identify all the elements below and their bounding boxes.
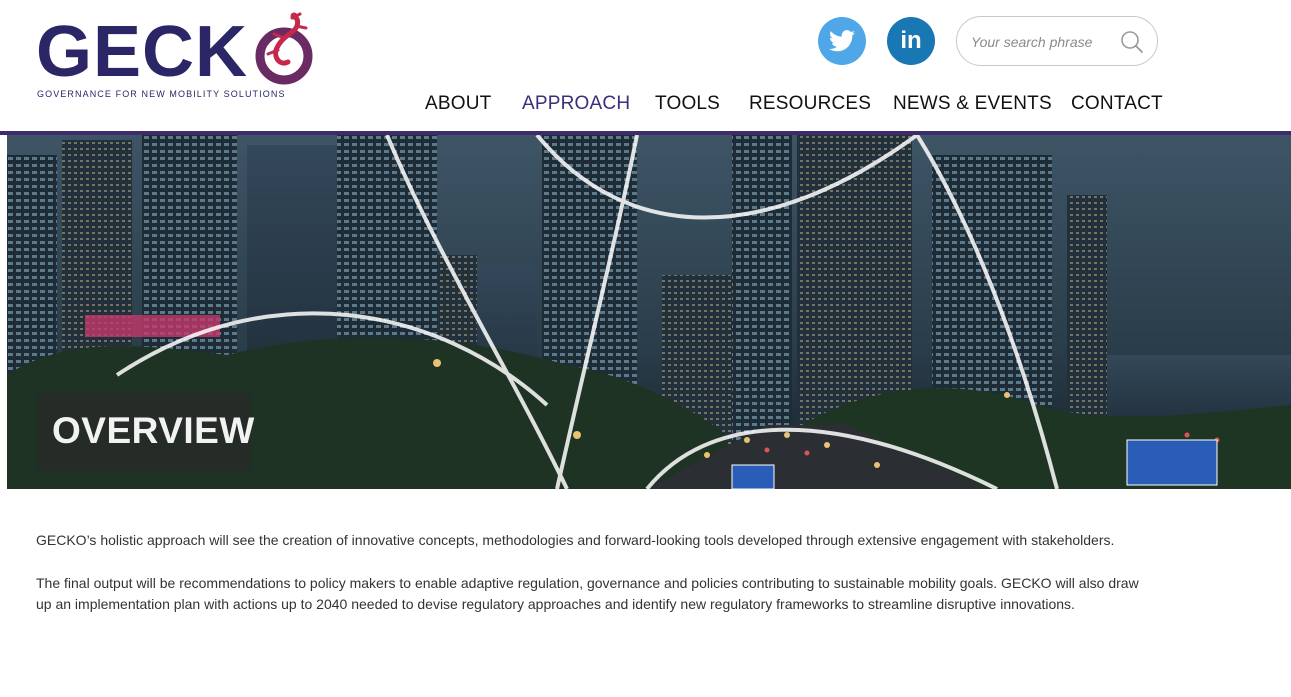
- nav-approach[interactable]: APPROACH: [522, 93, 630, 115]
- twitter-bird-icon: [829, 30, 855, 52]
- logo-wordmark: GECK: [36, 12, 249, 92]
- site-header: GECK GOVERNANCE FOR NEW MOBILITY SOLUTIO…: [0, 0, 1291, 131]
- twitter-button[interactable]: [818, 17, 866, 65]
- main-content: GECKO’s holistic approach will see the c…: [36, 530, 1156, 637]
- nav-contact[interactable]: CONTACT: [1071, 93, 1163, 115]
- linkedin-icon: in: [900, 27, 922, 54]
- linkedin-button[interactable]: in: [887, 17, 935, 65]
- intro-paragraph: GECKO’s holistic approach will see the c…: [36, 532, 1115, 548]
- logo-tagline: GOVERNANCE FOR NEW MOBILITY SOLUTIONS: [37, 89, 286, 99]
- nav-news-events[interactable]: NEWS & EVENTS: [893, 93, 1052, 115]
- magnifier-icon[interactable]: [1119, 29, 1145, 55]
- nav-tools[interactable]: TOOLS: [655, 93, 720, 115]
- page-title: OVERVIEW: [52, 410, 255, 451]
- nav-about[interactable]: ABOUT: [425, 93, 491, 115]
- gecko-logo[interactable]: GECK GOVERNANCE FOR NEW MOBILITY SOLUTIO…: [36, 10, 313, 100]
- search-input[interactable]: [971, 30, 1111, 54]
- gecko-lizard-o-icon: [255, 12, 313, 85]
- nav-resources[interactable]: RESOURCES: [749, 93, 871, 115]
- search-box[interactable]: [956, 16, 1158, 66]
- output-paragraph: The final output will be recommendations…: [36, 575, 1139, 612]
